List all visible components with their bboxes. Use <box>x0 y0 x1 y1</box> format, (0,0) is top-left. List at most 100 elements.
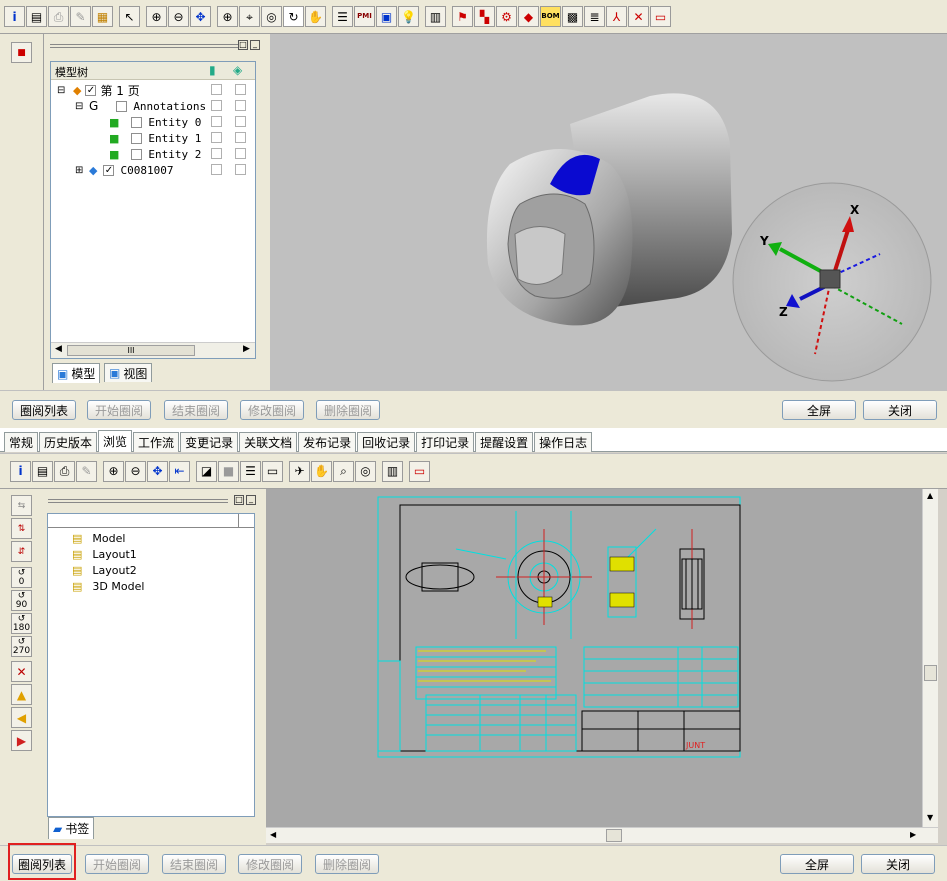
fullscreen-button[interactable]: 全屏 <box>782 400 856 420</box>
tab-history[interactable]: 历史版本 <box>39 432 98 452</box>
tool-4-icon[interactable]: ◆ <box>518 6 539 27</box>
part-checkbox[interactable]: ✓ <box>103 164 115 176</box>
review-list-button[interactable]: 圈阅列表 <box>12 854 72 874</box>
tab-reminder[interactable]: 提醒设置 <box>475 432 534 452</box>
tab-model[interactable]: ▣ 模型 <box>52 363 101 383</box>
tab-recycle-log[interactable]: 回收记录 <box>357 432 416 452</box>
tab-view[interactable]: ▣ 视图 <box>104 363 153 382</box>
scroll-right-icon[interactable]: ▶ <box>910 830 916 839</box>
vis-checkbox[interactable] <box>211 164 222 175</box>
tree-item-entity-2[interactable]: ■ Entity 2 <box>109 146 201 162</box>
tool-3-icon[interactable]: ⚙ <box>496 6 517 27</box>
tool-2-icon[interactable]: ▚ <box>474 6 495 27</box>
triangle-up-icon[interactable]: ▲ <box>11 684 32 705</box>
export-icon[interactable]: ▦ <box>92 6 113 27</box>
trans-checkbox[interactable] <box>235 148 246 159</box>
gray-fill-icon[interactable]: ■ <box>218 460 239 482</box>
close-button[interactable]: 关闭 <box>861 854 935 874</box>
layers-icon[interactable]: ☰ <box>240 460 261 482</box>
flip-icon[interactable]: ⇵ <box>11 541 32 562</box>
collapse-toggle-icon[interactable]: ⊟ <box>57 85 69 96</box>
drawing-viewport[interactable]: JUNT <box>266 489 938 827</box>
zoom-in-icon[interactable]: ⊕ <box>103 460 124 482</box>
fit-icon[interactable]: ✥ <box>147 460 168 482</box>
pen-icon[interactable]: ✎ <box>76 460 97 482</box>
pmi-icon[interactable]: PMI <box>354 6 375 27</box>
properties-icon[interactable]: ▥ <box>425 6 446 27</box>
tab-bookmark[interactable]: ▰ 书签 <box>48 817 95 839</box>
mirror-vertical-icon[interactable]: ⇅ <box>11 518 32 539</box>
scroll-down-icon[interactable]: ▼ <box>927 813 933 822</box>
tab-related-docs[interactable]: 关联文档 <box>239 432 298 452</box>
zoom-window-icon[interactable]: ⊕ <box>217 6 238 27</box>
light-icon[interactable]: 💡 <box>398 6 419 27</box>
fullscreen-button[interactable]: 全屏 <box>780 854 854 874</box>
zoom-out-icon[interactable]: ⊖ <box>125 460 146 482</box>
navigate-icon[interactable]: ✈ <box>289 460 310 482</box>
rotate-icon[interactable]: ↻ <box>283 6 304 27</box>
zoom-in-icon[interactable]: ⊕ <box>146 6 167 27</box>
triangle-right-icon[interactable]: ▶ <box>11 730 32 751</box>
trans-checkbox[interactable] <box>235 84 246 95</box>
pan-hand-icon[interactable]: ✋ <box>305 6 326 27</box>
delete-review-button[interactable]: 删除圈阅 <box>315 854 379 874</box>
tool-1-icon[interactable]: ⚑ <box>452 6 473 27</box>
tab-change-log[interactable]: 变更记录 <box>180 432 239 452</box>
group-checkbox[interactable] <box>116 100 128 112</box>
print-icon[interactable]: ⎙ <box>54 460 75 482</box>
triangle-left-icon[interactable]: ◀ <box>11 707 32 728</box>
page-checkbox[interactable]: ✓ <box>85 84 97 96</box>
layers-icon[interactable]: ☰ <box>332 6 353 27</box>
pen-icon[interactable]: ✎ <box>70 6 91 27</box>
drawing-vscrollbar[interactable]: ▲ ▼ <box>922 489 938 827</box>
fit-width-icon[interactable]: ⇤ <box>169 460 190 482</box>
end-review-button[interactable]: 结束圈阅 <box>162 854 226 874</box>
scroll-thumb[interactable]: III <box>67 345 195 356</box>
scroll-left-icon[interactable]: ◀ <box>270 830 276 839</box>
zoom-window-icon[interactable]: ⌕ <box>333 460 354 482</box>
print-icon[interactable]: ⎙ <box>48 6 69 27</box>
entity-checkbox[interactable] <box>131 148 143 160</box>
tree-item-page[interactable]: ⊟ ◆ ✓ 第 1 页 <box>57 82 140 98</box>
delete-review-button[interactable]: 删除圈阅 <box>316 400 380 420</box>
dock-min-icon[interactable]: _ <box>246 495 256 505</box>
expand-toggle-icon[interactable]: ⊞ <box>75 165 87 176</box>
axis-icon[interactable]: ⅄ <box>606 6 627 27</box>
pan-hand-icon[interactable]: ✋ <box>311 460 332 482</box>
vis-checkbox[interactable] <box>211 148 222 159</box>
tab-workflow[interactable]: 工作流 <box>133 432 180 452</box>
select-arrow-icon[interactable]: ↖ <box>119 6 140 27</box>
drawing-hscrollbar[interactable]: ◀ ▶ <box>266 827 938 843</box>
close-button[interactable]: 关闭 <box>863 400 937 420</box>
scroll-thumb[interactable] <box>924 665 937 681</box>
vis-checkbox[interactable] <box>211 132 222 143</box>
mirror-horizontal-icon[interactable]: ⇆ <box>11 495 32 516</box>
visibility-column-icon[interactable]: ▮ <box>209 63 229 79</box>
entity-checkbox[interactable] <box>131 116 143 128</box>
entity-checkbox[interactable] <box>131 132 143 144</box>
rotate-0-button[interactable]: ↺ 0 <box>11 567 32 588</box>
tab-print-log[interactable]: 打印记录 <box>416 432 475 452</box>
vis-checkbox[interactable] <box>211 100 222 111</box>
tree-item-part[interactable]: ⊞ ◆ ✓ C0081007 <box>75 162 173 178</box>
tab-publish-log[interactable]: 发布记录 <box>298 432 357 452</box>
vis-checkbox[interactable] <box>211 116 222 127</box>
layout-item-layout2[interactable]: ▤ Layout2 <box>72 562 137 578</box>
scroll-thumb[interactable] <box>606 829 622 842</box>
window-icon[interactable]: ▭ <box>262 460 283 482</box>
print-preview-icon[interactable]: ▤ <box>26 6 47 27</box>
rotate-270-button[interactable]: ↺ 270 <box>11 636 32 657</box>
dock-float-icon[interactable]: □ <box>234 495 244 505</box>
modify-review-button[interactable]: 修改圈阅 <box>240 400 304 420</box>
section-icon[interactable]: ▣ <box>376 6 397 27</box>
bom-icon[interactable]: BOM <box>540 6 561 27</box>
tree-item-entity-1[interactable]: ■ Entity 1 <box>109 130 201 146</box>
tool-6-icon[interactable]: ≣ <box>584 6 605 27</box>
trans-checkbox[interactable] <box>235 100 246 111</box>
scroll-left-icon[interactable]: ◀ <box>55 344 62 354</box>
tree-item-group[interactable]: ⊟ G Annotations <box>75 98 206 114</box>
fit-icon[interactable]: ✥ <box>190 6 211 27</box>
zoom-area-icon[interactable]: ⌖ <box>239 6 260 27</box>
scroll-up-icon[interactable]: ▲ <box>927 491 933 500</box>
tab-browse[interactable]: 浏览 <box>98 430 133 452</box>
